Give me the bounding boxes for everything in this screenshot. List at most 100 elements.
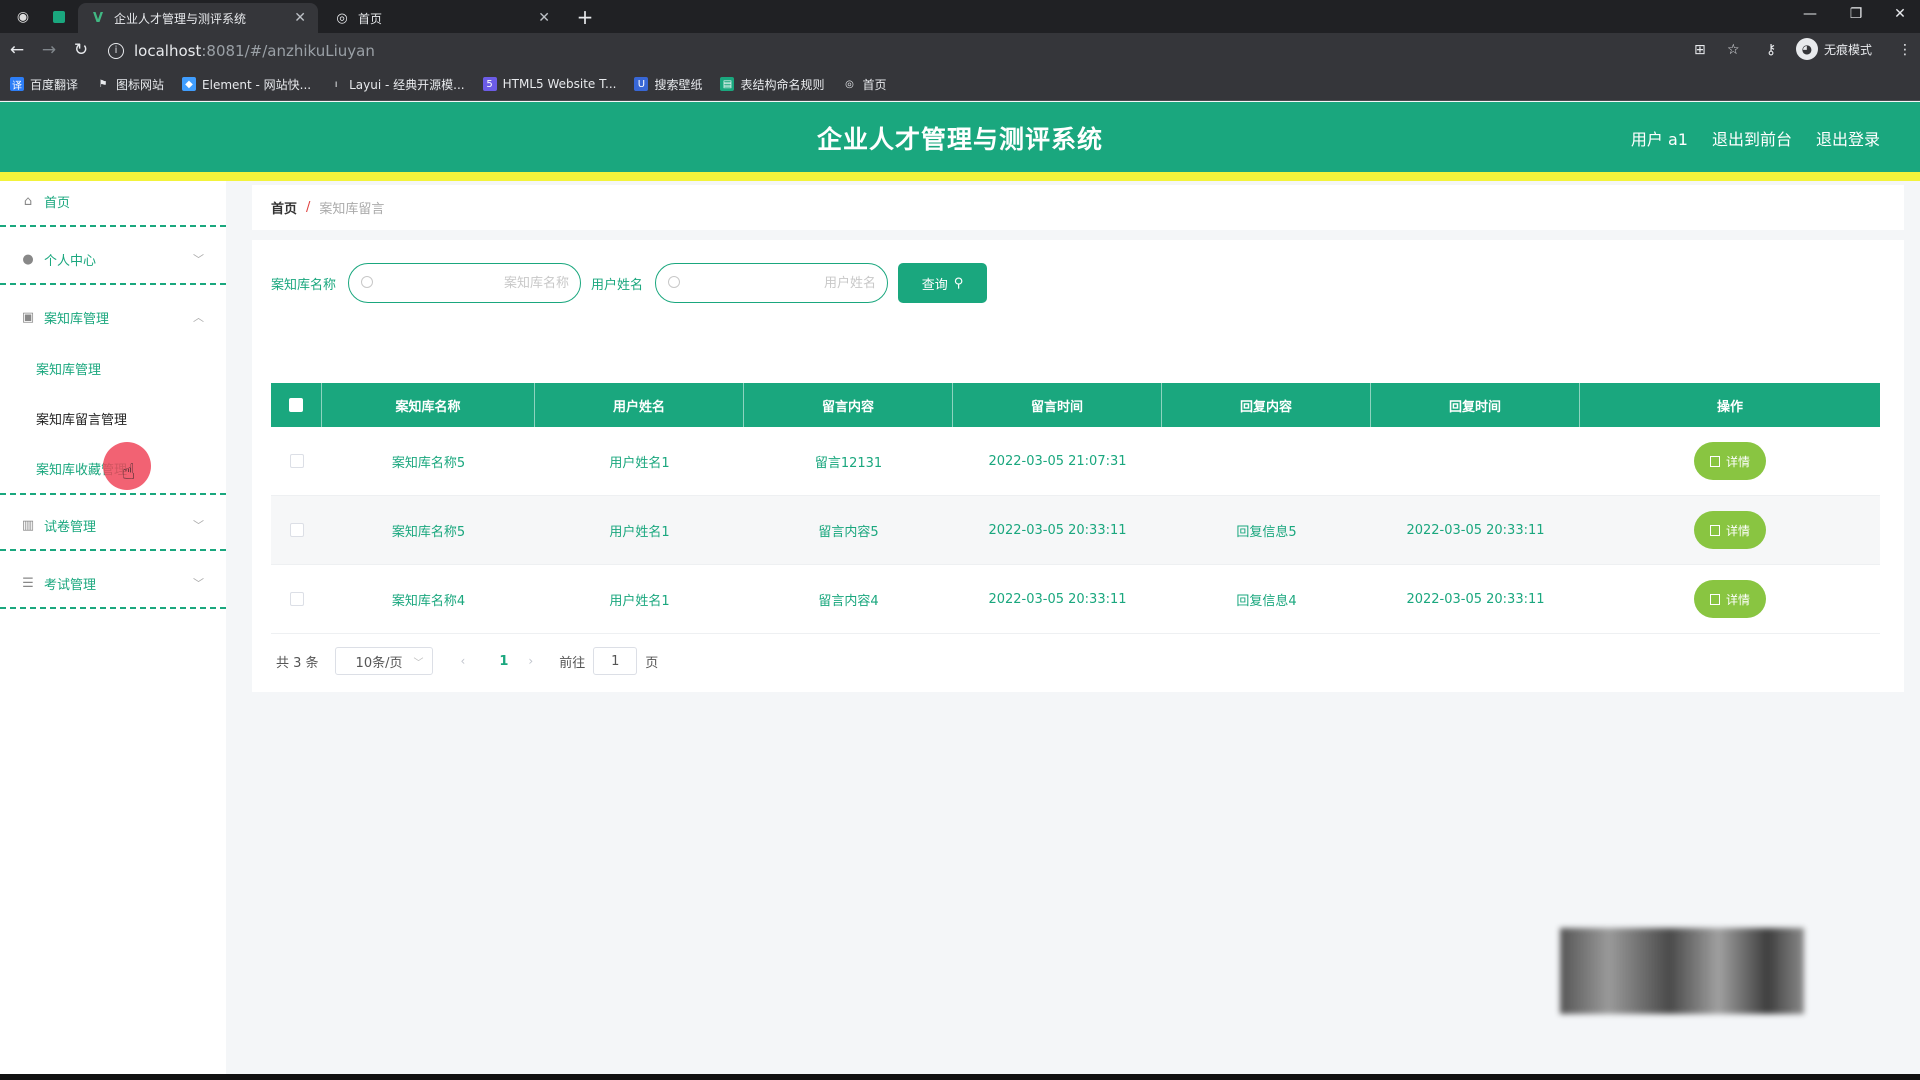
- pagination: 共 3 条 10条/页 ﹀ ‹ 1 › 前往 1 页: [276, 647, 658, 675]
- tab-home[interactable]: ◎ 首页 ✕: [322, 3, 562, 33]
- blurred-watermark: [1560, 928, 1804, 1014]
- kb-name-input[interactable]: [379, 264, 570, 302]
- incognito-icon: ◕: [1796, 38, 1818, 60]
- page-number[interactable]: 1: [499, 654, 508, 669]
- minimize-icon[interactable]: —: [1788, 0, 1832, 28]
- query-button[interactable]: 查询 ⚲: [898, 263, 988, 303]
- close-icon[interactable]: ✕: [294, 10, 306, 26]
- select-all-checkbox[interactable]: [289, 398, 303, 412]
- detail-button[interactable]: 详情: [1694, 442, 1766, 480]
- total-count: 共 3 条: [276, 655, 319, 671]
- translate-icon[interactable]: ⊞: [1694, 37, 1706, 63]
- incognito-profile[interactable]: ◕ 无痕模式: [1796, 38, 1872, 60]
- cell-time: 2022-03-05 21:07:31: [988, 453, 1127, 469]
- back-to-front-link[interactable]: 退出到前台: [1712, 126, 1792, 150]
- home-icon: ⌂: [23, 193, 33, 209]
- cell-time: 2022-03-05 20:33:11: [988, 591, 1127, 607]
- bookmark-item[interactable]: ◆ Element - 网站快...: [182, 76, 311, 93]
- tab-title: 企业人才管理与测评系统: [114, 11, 247, 26]
- header-links: 用户 a1 退出到前台 退出登录: [1631, 126, 1880, 150]
- next-page-icon[interactable]: ›: [528, 654, 533, 668]
- messages-table: 案知库名称 用户姓名 留言内容 留言时间 回复内容 回复时间 操作 案知库名称5…: [271, 383, 1880, 634]
- column-header: 留言内容: [744, 383, 953, 427]
- bookmarks-bar: 译百度翻译 ⚑ 图标网站 ◆ Element - 网站快... ı Layui - 经…: [0, 68, 1920, 101]
- url-path: :8081/#/anzhikuLiuyan: [201, 41, 375, 60]
- tab-active[interactable]: V 企业人才管理与测评系统 ✕: [78, 3, 318, 33]
- breadcrumb-current: 案知库留言: [319, 202, 385, 217]
- address-bar[interactable]: i localhost:8081/#/anzhikuLiuyan: [108, 37, 1668, 64]
- user-name-input[interactable]: [686, 264, 877, 302]
- screen-bottom-edge: [0, 1074, 1920, 1080]
- cell-time: 2022-03-05 20:33:11: [988, 522, 1127, 538]
- key-icon[interactable]: ⚷: [1766, 37, 1776, 63]
- bookmark-item[interactable]: ▤ 表结构命名规则: [720, 76, 824, 93]
- translate-icon: 译: [10, 77, 24, 92]
- search-form: 案知库名称 用户姓名 查询 ⚲: [271, 263, 988, 303]
- bookmark-item[interactable]: 译百度翻译: [10, 76, 78, 93]
- bookmark-item[interactable]: ⚑ 图标网站: [96, 76, 165, 93]
- menu-icon[interactable]: ⋮: [1898, 37, 1912, 63]
- sliders-icon: ☰: [22, 575, 34, 591]
- close-icon[interactable]: ✕: [538, 10, 550, 26]
- page-size-select[interactable]: 10条/页 ﹀: [334, 647, 433, 675]
- browser-tab-bar: ◉ V 企业人才管理与测评系统 ✕ ◎ 首页 ✕ + — ❐ ✕: [0, 0, 1920, 33]
- row-checkbox[interactable]: [289, 454, 304, 468]
- reload-icon[interactable]: ↻: [68, 37, 94, 63]
- vue-icon: V: [92, 10, 104, 26]
- pinned-tab-icon[interactable]: [44, 4, 74, 30]
- sheet-icon: ▤: [720, 77, 735, 91]
- new-tab-icon[interactable]: +: [572, 4, 598, 30]
- profile-label: 无痕模式: [1824, 42, 1873, 57]
- back-icon[interactable]: ←: [4, 37, 30, 63]
- chevron-up-icon: ︿: [193, 311, 204, 324]
- sidebar-divider: [0, 225, 226, 227]
- sidebar-item-personal-center[interactable]: ● 个人中心 ﹀: [0, 249, 226, 269]
- sidebar-item-exam-paper[interactable]: ▥ 试卷管理 ﹀: [0, 515, 226, 535]
- chevron-down-icon: ﹀: [413, 657, 424, 669]
- info-icon[interactable]: i: [108, 42, 124, 59]
- forward-icon[interactable]: →: [36, 37, 62, 63]
- html5-icon: 5: [482, 77, 497, 91]
- column-header: 留言时间: [953, 383, 1162, 427]
- bookmark-item[interactable]: ◎ 首页: [842, 76, 886, 93]
- globe-icon: ◎: [336, 10, 348, 26]
- table-row: 案知库名称5 用户姓名1 留言内容5 2022-03-05 20:33:11 回…: [271, 496, 1880, 565]
- sidebar-subitem-kb-messages[interactable]: 案知库留言管理: [36, 409, 127, 428]
- star-icon[interactable]: ☆: [1727, 37, 1740, 63]
- breadcrumb-home[interactable]: 首页: [271, 198, 297, 217]
- detail-button[interactable]: 详情: [1694, 511, 1766, 549]
- user-name-label: 用户姓名: [591, 277, 644, 293]
- globe-icon: ◎: [845, 78, 854, 90]
- detail-button[interactable]: 详情: [1694, 580, 1766, 618]
- cell-user: 用户姓名1: [609, 455, 670, 471]
- table-header: 案知库名称 用户姓名 留言内容 留言时间 回复内容 回复时间 操作: [271, 383, 1880, 427]
- user-link[interactable]: 用户 a1: [1631, 126, 1688, 150]
- cell-reply-time: [1371, 427, 1580, 495]
- chevron-down-icon: ﹀: [193, 519, 204, 532]
- row-checkbox[interactable]: [289, 523, 304, 537]
- browser-icon[interactable]: ◉: [8, 4, 38, 30]
- close-window-icon[interactable]: ✕: [1878, 0, 1920, 28]
- sidebar-item-home[interactable]: ⌂ 首页: [0, 191, 226, 211]
- cell-reply-time: 2022-03-05 20:33:11: [1406, 522, 1545, 538]
- document-icon: [1709, 593, 1720, 605]
- sidebar-item-exam[interactable]: ☰ 考试管理 ﹀: [0, 573, 226, 593]
- cell-reply: 回复信息4: [1236, 593, 1297, 609]
- sidebar-item-kb-manage[interactable]: ▣ 案知库管理 ︿: [0, 307, 226, 327]
- bookmark-item[interactable]: ı Layui - 经典开源模...: [329, 76, 465, 93]
- logout-link[interactable]: 退出登录: [1816, 126, 1880, 150]
- sidebar-subitem-kb[interactable]: 案知库管理: [36, 359, 101, 378]
- cell-user: 用户姓名1: [609, 593, 670, 609]
- prev-page-icon[interactable]: ‹: [461, 654, 466, 668]
- kb-name-label: 案知库名称: [271, 277, 337, 293]
- column-header: 用户姓名: [535, 383, 744, 427]
- row-checkbox[interactable]: [289, 592, 304, 606]
- bookmark-item[interactable]: U 搜索壁纸: [634, 76, 702, 93]
- kb-name-input-wrap: [348, 263, 582, 303]
- main-panel: 案知库名称 用户姓名 查询 ⚲ 案知库名称 用户姓名 留言内容 留言时间 回复内…: [252, 240, 1904, 692]
- restore-icon[interactable]: ❐: [1834, 0, 1878, 28]
- bookmark-item[interactable]: 5 HTML5 Website T...: [482, 77, 616, 91]
- goto-page-input[interactable]: 1: [593, 647, 638, 675]
- document-icon: [1709, 455, 1720, 467]
- column-header: 回复内容: [1162, 383, 1371, 427]
